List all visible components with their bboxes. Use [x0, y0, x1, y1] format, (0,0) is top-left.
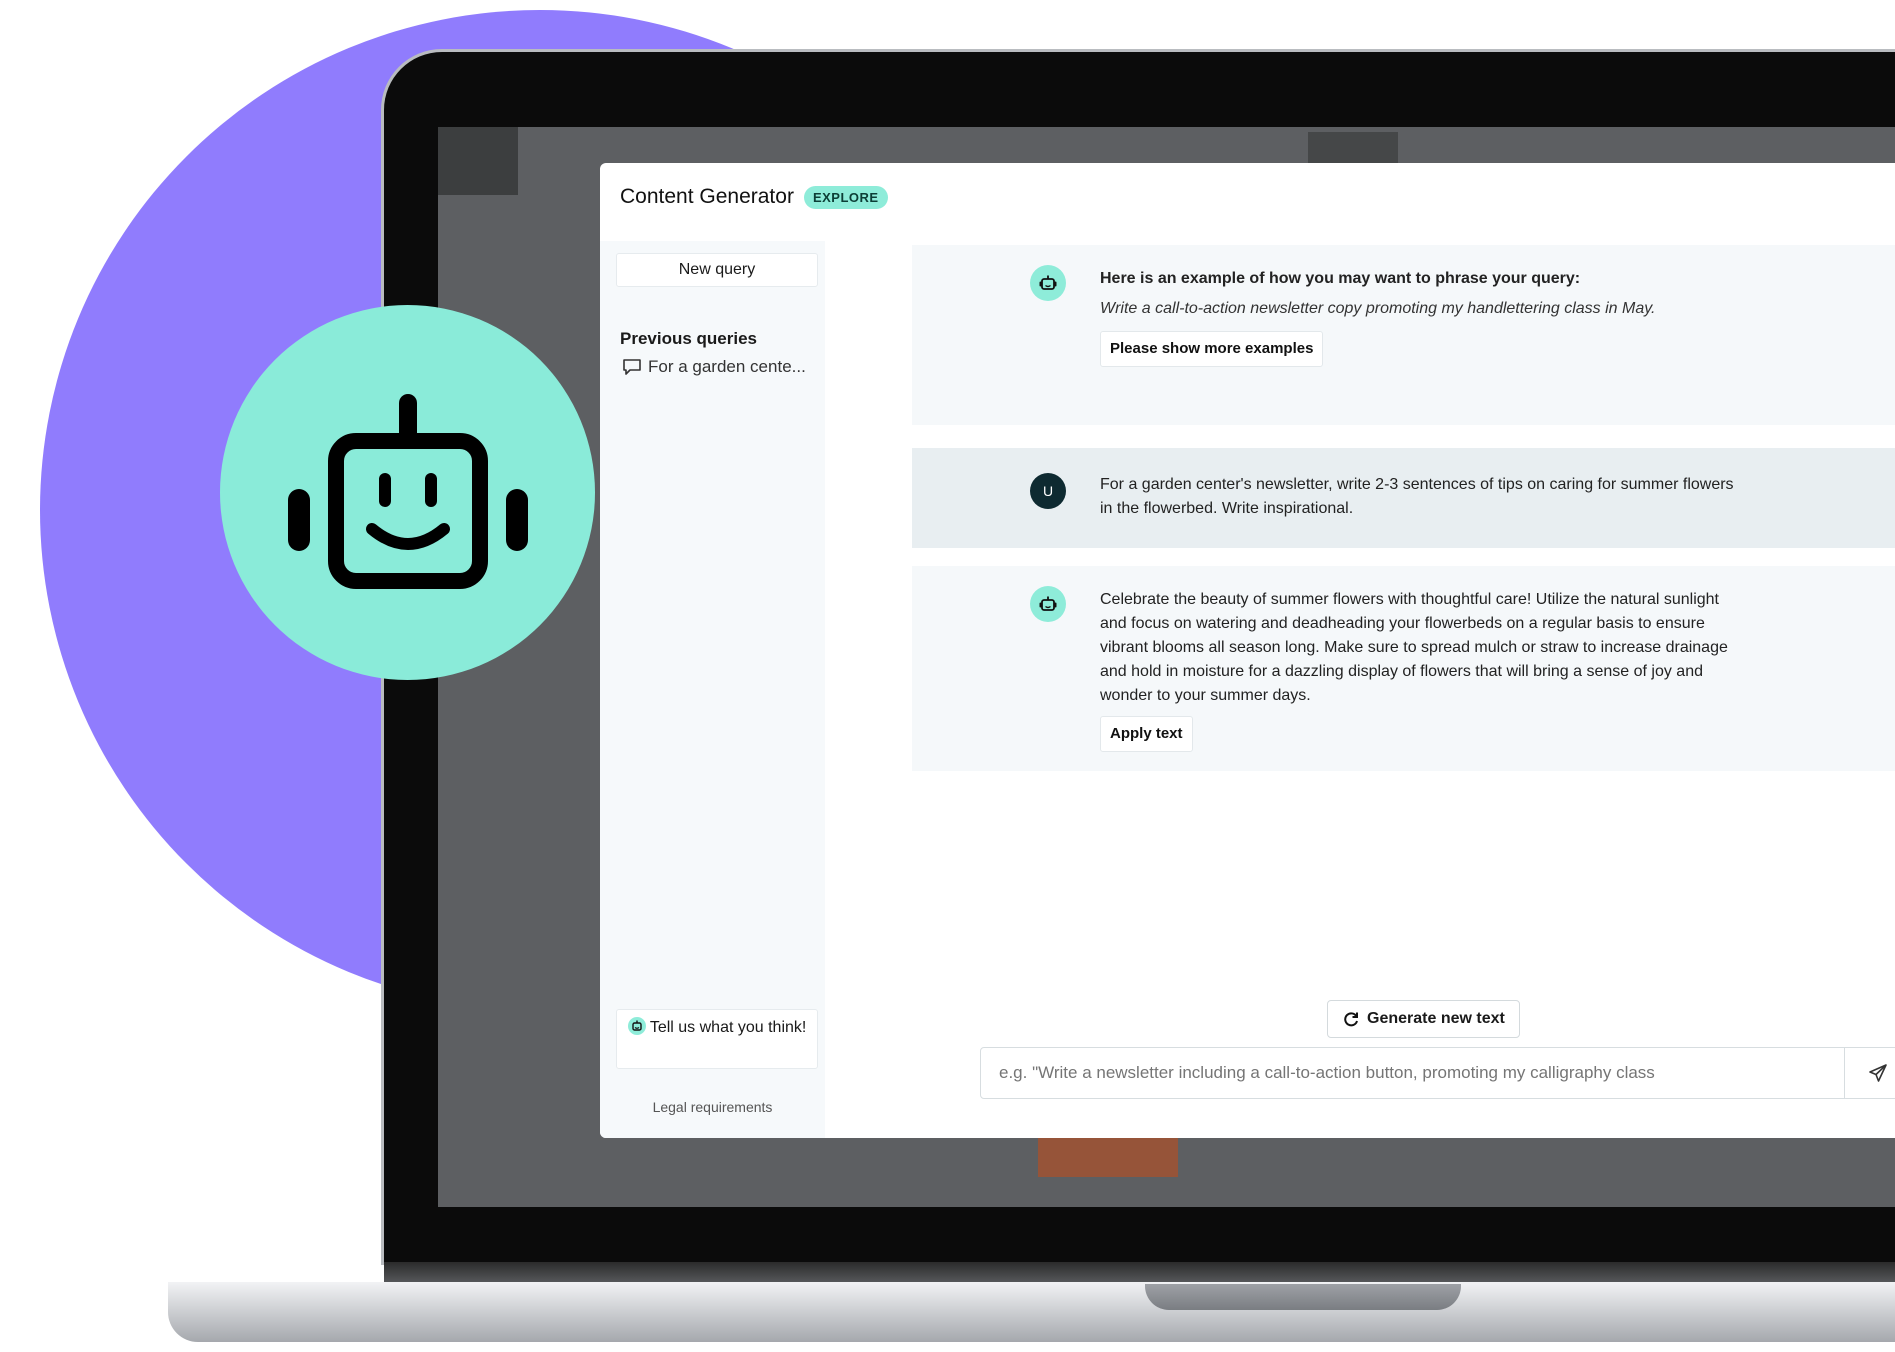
user-message-text: For a garden center's newsletter, write …: [1100, 476, 1734, 517]
robot-icon: [1039, 275, 1057, 290]
laptop-hinge: [384, 1262, 1895, 1284]
bot-message-example: Here is an example of how you may want t…: [912, 245, 1895, 425]
bot-avatar: [1030, 265, 1066, 301]
user-avatar: U: [1030, 473, 1066, 509]
robot-icon: [627, 1017, 646, 1035]
previous-query-item[interactable]: For a garden cente...: [622, 357, 806, 377]
message-content: Here is an example of how you may want t…: [1100, 267, 1750, 367]
send-icon: [1869, 1064, 1887, 1082]
generate-new-text-button[interactable]: Generate new text: [1327, 1000, 1520, 1038]
previous-queries-heading: Previous queries: [620, 329, 758, 348]
show-more-examples-button[interactable]: Please show more examples: [1100, 331, 1324, 367]
refresh-icon: [1344, 1012, 1358, 1027]
generate-label: Generate new text: [1367, 1010, 1505, 1027]
content-generator-modal: Content Generator EXPLORE New query Prev…: [600, 163, 1895, 1138]
modal-title: Content Generator: [620, 185, 794, 208]
previous-query-label: For a garden cente...: [648, 357, 806, 376]
legal-requirements-link[interactable]: Legal requirements: [600, 1099, 825, 1115]
laptop-notch: [1145, 1284, 1461, 1310]
message-heading: Here is an example of how you may want t…: [1100, 270, 1581, 287]
bot-avatar: [1030, 586, 1066, 622]
laptop-base: [168, 1282, 1895, 1342]
bot-response-text: Celebrate the beauty of summer flowers w…: [1100, 591, 1728, 704]
robot-icon: [1039, 596, 1057, 611]
apply-text-button[interactable]: Apply text: [1100, 716, 1193, 752]
modal-header: Content Generator EXPLORE: [620, 185, 888, 209]
bot-message-response: Celebrate the beauty of summer flowers w…: [912, 566, 1895, 771]
send-button[interactable]: [1844, 1048, 1895, 1098]
message-example: Write a call-to-action newsletter copy p…: [1100, 300, 1656, 317]
new-query-button[interactable]: New query: [616, 253, 818, 287]
message-content: Celebrate the beauty of summer flowers w…: [1100, 588, 1750, 752]
explore-badge: EXPLORE: [803, 185, 888, 209]
prompt-input[interactable]: [981, 1048, 1847, 1098]
chat-bubble-icon: [623, 359, 641, 375]
sidebar: New query Previous queries For a garden …: [600, 241, 825, 1138]
robot-icon: [287, 393, 528, 589]
background-app-logo: [438, 127, 518, 195]
feedback-button[interactable]: Tell us what you think!: [616, 1009, 818, 1069]
user-message: U For a garden center's newsletter, writ…: [912, 448, 1895, 548]
prompt-box: [980, 1047, 1895, 1099]
robot-badge: [220, 305, 595, 680]
feedback-label: Tell us what you think!: [649, 1019, 807, 1036]
